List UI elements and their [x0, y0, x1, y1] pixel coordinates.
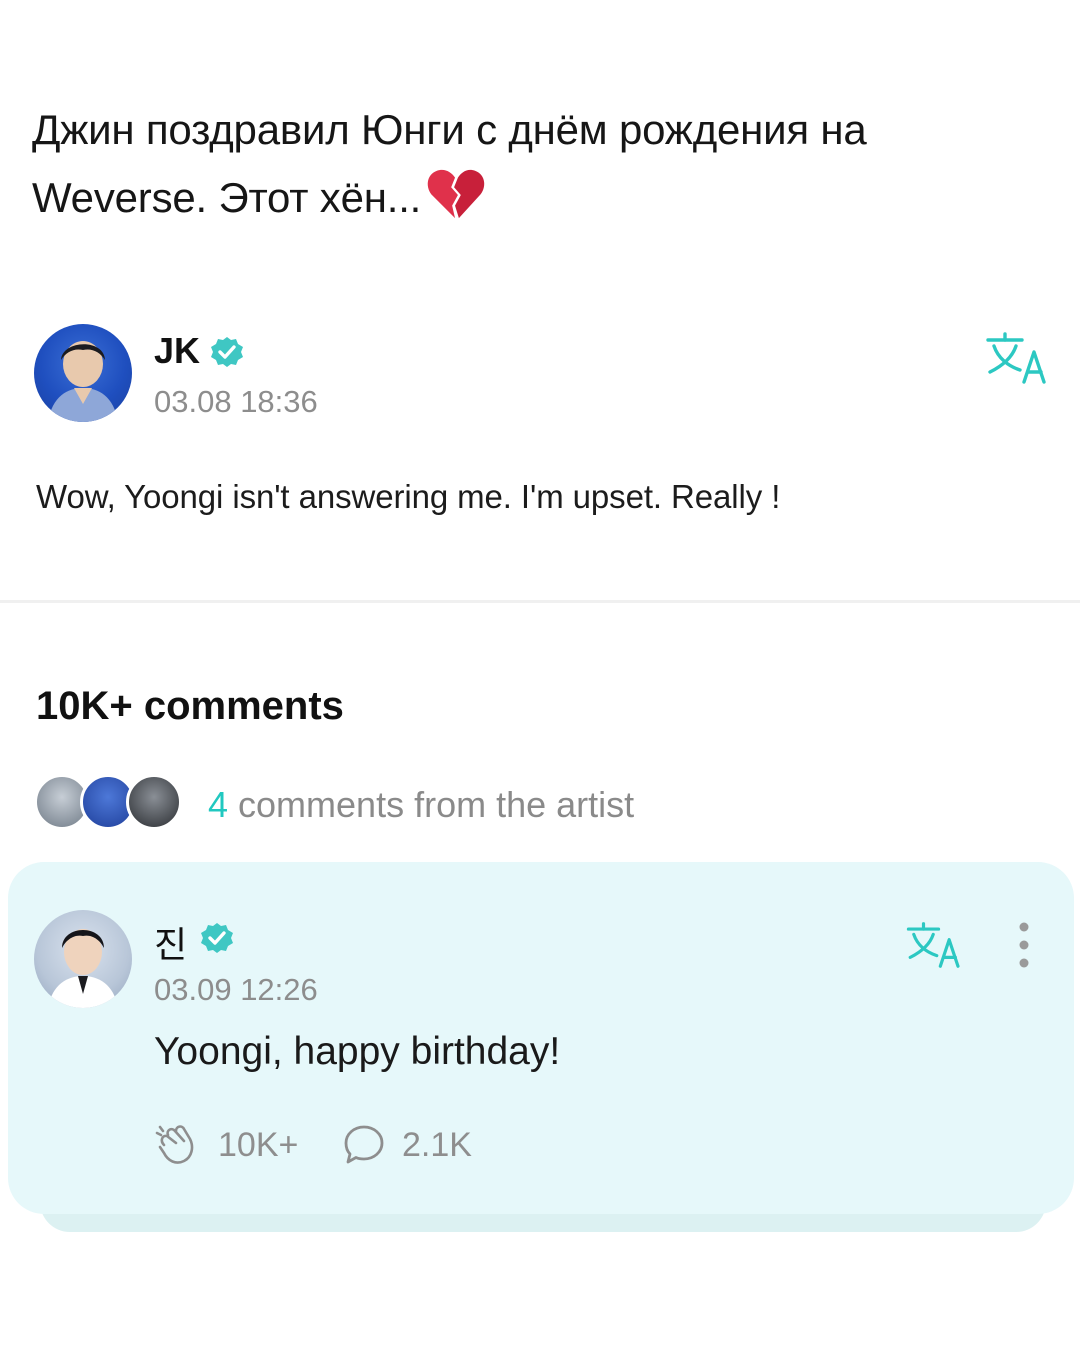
- artist-comments-link[interactable]: 4 comments from the artist: [34, 772, 834, 832]
- comment-header: 진 03.09 12:26: [34, 910, 1064, 1010]
- avatar-photo-icon: [48, 341, 118, 422]
- comment-author-name[interactable]: 진: [154, 916, 187, 968]
- section-divider: [0, 600, 1080, 603]
- weverse-screenshot: Джин поздравил Юнги с днём рождения на W…: [0, 0, 1080, 1350]
- broken-heart-icon: [427, 169, 485, 219]
- avatar-photo-icon: [48, 929, 118, 1008]
- comment-timestamp: 03.09 12:26: [154, 972, 318, 1007]
- comment-body: Yoongi, happy birthday!: [154, 1030, 561, 1073]
- artist-comments-label: 4 comments from the artist: [208, 784, 634, 826]
- comment-author-avatar[interactable]: [34, 910, 132, 1008]
- reply-bubble-icon: [344, 1125, 384, 1164]
- artist-comments-text: comments from the artist: [228, 784, 635, 825]
- comments-count: 10K+ comments: [36, 684, 344, 728]
- like-count: 10K+: [218, 1125, 299, 1164]
- more-options-icon[interactable]: [1016, 922, 1032, 968]
- artist-avatar: [126, 774, 182, 830]
- author-avatar[interactable]: [34, 324, 132, 422]
- translate-icon[interactable]: [986, 332, 1050, 384]
- post-body: Wow, Yoongi isn't answering me. I'm upse…: [36, 478, 781, 515]
- cheer-icon: [155, 1125, 194, 1164]
- post-header: JK 03.08 18:36: [34, 324, 1050, 424]
- verified-badge-icon: [201, 923, 233, 953]
- author-name[interactable]: JK: [154, 330, 200, 372]
- like-button[interactable]: 10K+: [154, 1120, 298, 1170]
- reply-count: 2.1K: [402, 1125, 472, 1164]
- reply-button[interactable]: 2.1K: [342, 1120, 472, 1170]
- artist-comments-count: 4: [208, 784, 229, 825]
- comment-actions: 10K+ 2.1K: [154, 1120, 654, 1170]
- artist-comment-card: 진 03.09 12:26 Yoongi, happy birthday! 10…: [8, 862, 1074, 1214]
- verified-badge-icon: [211, 337, 243, 367]
- caption-headline: Джин поздравил Юнги с днём рождения на W…: [32, 96, 1042, 232]
- translate-icon[interactable]: [906, 922, 964, 968]
- post-timestamp: 03.08 18:36: [154, 384, 318, 419]
